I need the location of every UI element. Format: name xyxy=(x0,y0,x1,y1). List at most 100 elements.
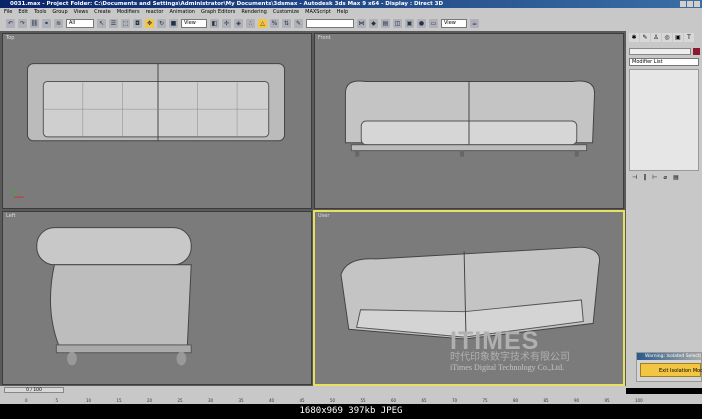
keyboard-shortcut-icon[interactable]: ◈ xyxy=(234,19,243,28)
utilities-tab-icon[interactable]: T xyxy=(684,33,694,42)
tick-label: 40 xyxy=(269,398,275,403)
unlink-icon[interactable]: ⚭ xyxy=(42,19,51,28)
maximize-button[interactable] xyxy=(687,1,693,7)
menu-item[interactable]: Edit xyxy=(18,8,28,16)
viewport-area: Top Front Left User ITIMES 时代印象数字技术有限公司 … xyxy=(0,31,626,386)
percent-snap-icon[interactable]: % xyxy=(270,19,279,28)
display-tab-icon[interactable]: ▣ xyxy=(673,33,683,42)
menu-item[interactable]: File xyxy=(4,8,12,16)
menu-item[interactable]: Rendering xyxy=(241,8,267,16)
link-icon[interactable]: ⛓ xyxy=(30,19,39,28)
rect-selection-icon[interactable]: ⬚ xyxy=(121,19,130,28)
watermark-english: iTimes Digital Technology Co.,Ltd. xyxy=(450,363,565,372)
rotate-icon[interactable]: ↻ xyxy=(157,19,166,28)
make-unique-icon[interactable]: ⊢ xyxy=(652,174,657,181)
bind-space-warp-icon[interactable]: ≋ xyxy=(54,19,63,28)
title-bar: 0031.max - Project Folder: C:\Documents … xyxy=(0,0,702,8)
isolation-warning-dialog: Warning: Isolated Selection Exit Isolati… xyxy=(636,352,702,382)
layer-manager-icon[interactable]: ▤ xyxy=(381,19,390,28)
main-toolbar: ↶ ↷ ⛓ ⚭ ≋ All ↖ ☰ ⬚ ◘ ✥ ↻ ■ View ◧ ✢ ◈ ∴… xyxy=(0,16,702,31)
exit-isolation-mode-button[interactable]: Exit Isolation Mode xyxy=(640,363,702,377)
curve-editor-icon[interactable]: ◫ xyxy=(393,19,402,28)
material-editor-icon[interactable]: ● xyxy=(417,19,426,28)
modifier-list-dropdown[interactable]: Modifier List xyxy=(629,58,699,66)
remove-modifier-icon[interactable]: ⌀ xyxy=(663,174,667,181)
menu-item[interactable]: Group xyxy=(52,8,67,16)
move-icon[interactable]: ✥ xyxy=(145,19,154,28)
render-scene-icon[interactable]: ▭ xyxy=(429,19,438,28)
time-slider-thumb[interactable]: 0 / 100 xyxy=(4,387,64,393)
scale-icon[interactable]: ■ xyxy=(169,19,178,28)
motion-tab-icon[interactable]: ◎ xyxy=(662,33,672,42)
object-name-field[interactable] xyxy=(629,48,691,55)
modify-tab-icon[interactable]: ✎ xyxy=(640,33,650,42)
tick-label: 15 xyxy=(116,398,122,403)
tick-label: 0 xyxy=(25,398,28,403)
tick-label: 25 xyxy=(177,398,183,403)
create-tab-icon[interactable]: ✱ xyxy=(629,33,639,42)
menu-item[interactable]: Create xyxy=(94,8,111,16)
render-type-dropdown[interactable]: View xyxy=(441,19,467,28)
tick-label: 45 xyxy=(299,398,305,403)
tick-label: 100 xyxy=(635,398,643,403)
window-title: 0031.max - Project Folder: C:\Documents … xyxy=(10,1,444,7)
schematic-view-icon[interactable]: ▣ xyxy=(405,19,414,28)
hierarchy-tab-icon[interactable]: ♙ xyxy=(651,33,661,42)
pin-stack-icon[interactable]: ⊣ xyxy=(632,174,637,181)
viewport-left[interactable]: Left xyxy=(2,211,312,385)
menu-item[interactable]: Views xyxy=(74,8,88,16)
menu-item[interactable]: Animation xyxy=(169,8,195,16)
undo-icon[interactable]: ↶ xyxy=(6,19,15,28)
tick-label: 5 xyxy=(55,398,59,403)
viewport-top[interactable]: Top xyxy=(2,33,312,209)
menu-item[interactable]: Modifiers xyxy=(117,8,140,16)
menu-item[interactable]: Help xyxy=(337,8,348,16)
menu-item[interactable]: Customize xyxy=(273,8,299,16)
reference-coord-dropdown[interactable]: View xyxy=(181,19,207,28)
mirror-icon[interactable]: ⋈ xyxy=(357,19,366,28)
track-bar-ticks: 0 5 10 15 20 25 30 35 40 45 50 55 60 65 70 75 80 85 90 95 10… xyxy=(25,395,643,404)
named-selection-sets-input[interactable] xyxy=(306,19,354,28)
object-color-swatch[interactable] xyxy=(693,48,700,55)
window-crossing-icon[interactable]: ◘ xyxy=(133,19,142,28)
watermark-brand: ITIMES xyxy=(450,327,540,355)
warning-title: Warning: Isolated Selection xyxy=(637,353,701,360)
align-icon[interactable]: ◆ xyxy=(369,19,378,28)
menu-item[interactable]: Tools xyxy=(34,8,46,16)
spinner-snap-icon[interactable]: ⇅ xyxy=(282,19,291,28)
tick-label: 35 xyxy=(238,398,244,403)
pivot-center-icon[interactable]: ◧ xyxy=(210,19,219,28)
tick-label: 30 xyxy=(208,398,214,403)
close-button[interactable] xyxy=(694,1,700,7)
menu-item[interactable]: MAXScript xyxy=(305,8,331,16)
watermark-chinese: 时代印象数字技术有限公司 xyxy=(450,352,570,363)
tick-label: 60 xyxy=(391,398,397,403)
manipulate-icon[interactable]: ✢ xyxy=(222,19,231,28)
select-object-icon[interactable]: ↖ xyxy=(97,19,106,28)
edit-named-selection-icon[interactable]: ✎ xyxy=(294,19,303,28)
snaps-toggle-icon[interactable]: ∴ xyxy=(246,19,255,28)
quick-render-icon[interactable]: ☕ xyxy=(470,19,479,28)
show-end-result-icon[interactable]: ‖ xyxy=(643,174,646,181)
redo-icon[interactable]: ↷ xyxy=(18,19,27,28)
command-panel: ✱ ✎ ♙ ◎ ▣ T Modifier List ⊣ ‖ ⊢ ⌀ ▤ xyxy=(626,31,702,388)
menu-item[interactable]: Graph Editors xyxy=(201,8,235,16)
sofa-left-view xyxy=(36,227,192,366)
tick-label: 75 xyxy=(482,398,488,403)
modifier-stack[interactable] xyxy=(629,69,699,171)
watermark: ITIMES 时代印象数字技术有限公司 iTimes Digital Techn… xyxy=(450,327,570,373)
minimize-button[interactable] xyxy=(680,1,686,7)
image-caption: 1680x969 397kb JPEG xyxy=(299,406,403,416)
track-bar[interactable]: 0 5 10 15 20 25 30 35 40 45 50 55 60 65 70 75 80 85 90 95 10… xyxy=(0,394,702,404)
menu-item[interactable]: reactor xyxy=(146,8,164,16)
angle-snap-icon[interactable]: △ xyxy=(258,19,267,28)
configure-sets-icon[interactable]: ▤ xyxy=(673,174,679,181)
selection-filter-dropdown[interactable]: All xyxy=(66,19,94,28)
tick-label: 65 xyxy=(421,398,427,403)
select-by-name-icon[interactable]: ☰ xyxy=(109,19,118,28)
tick-label: 85 xyxy=(543,398,549,403)
tick-label: 55 xyxy=(360,398,366,403)
viewport-front[interactable]: Front xyxy=(314,33,624,209)
time-slider[interactable]: 0 / 100 xyxy=(0,386,626,394)
tick-label: 90 xyxy=(574,398,580,403)
